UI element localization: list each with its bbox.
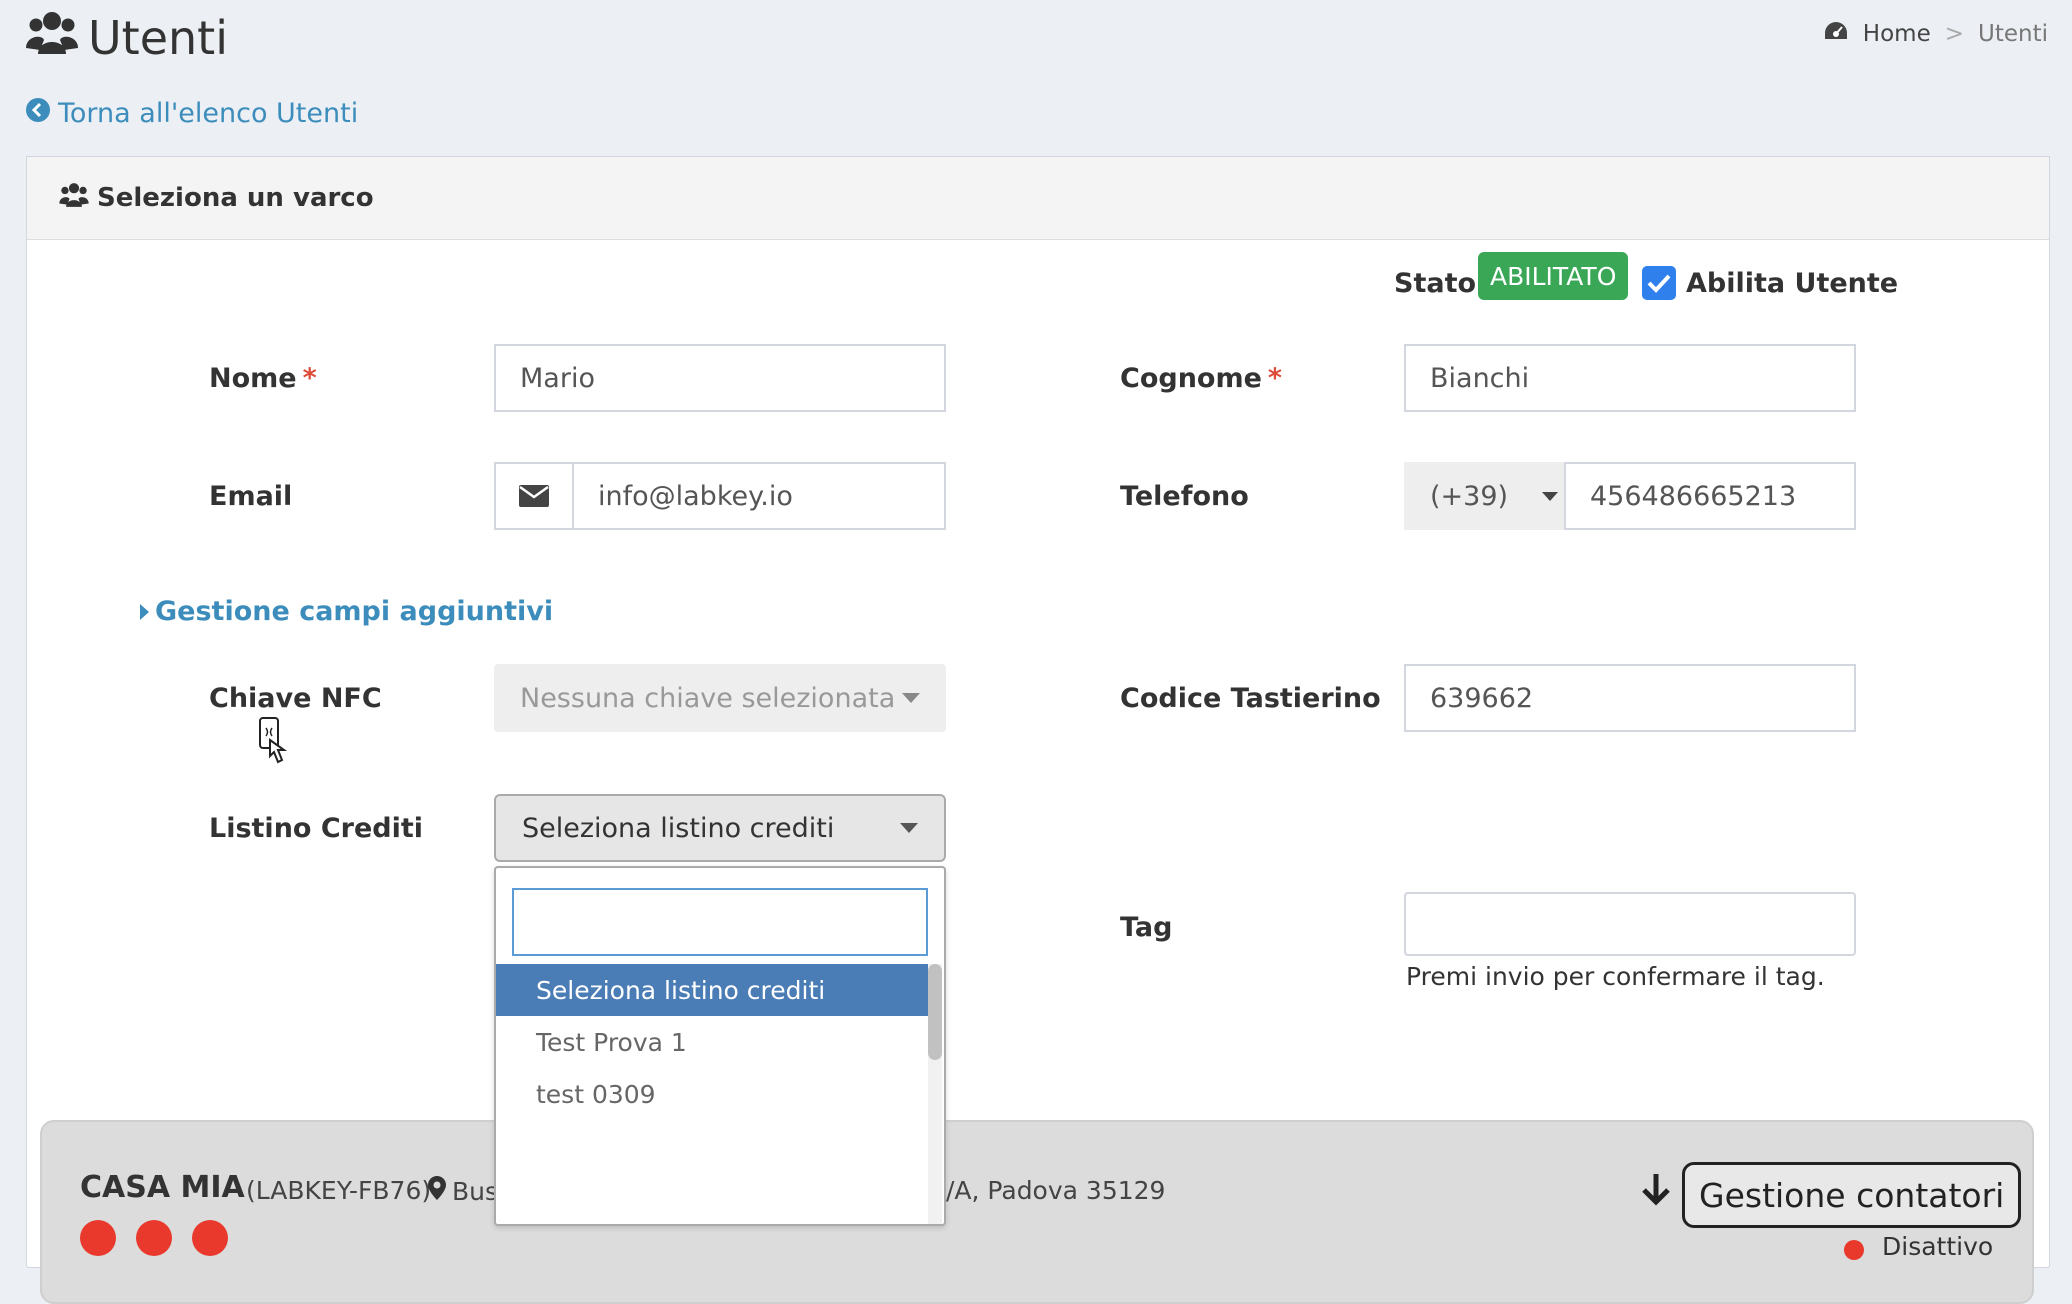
gate-device-id: (LABKEY-FB76) [246,1176,432,1205]
enable-user-checkbox[interactable] [1642,266,1676,300]
breadcrumb-current: Utenti [1978,21,2048,47]
users-icon [26,10,78,67]
dropdown-options: Seleziona listino crediti Test Prova 1 t… [496,964,932,1120]
inactive-status-text: Disattivo [1882,1232,1994,1261]
nome-input[interactable]: Mario [494,344,946,412]
dropdown-search-input[interactable] [512,888,928,956]
nfc-label: Chiave NFC [209,683,382,714]
breadcrumb-home-link[interactable]: Home [1863,21,1931,47]
credits-list-label: Listino Crediti [209,813,424,844]
email-addon [494,462,574,530]
tag-label: Tag [1120,912,1173,943]
gate-address: Bus [428,1176,498,1206]
enable-user-label[interactable]: Abilita Utente [1686,268,1898,299]
gate-name: CASA MIA [80,1170,245,1205]
scrollbar-thumb[interactable] [928,964,942,1060]
caret-right-icon [140,603,149,620]
tag-input[interactable] [1404,892,1856,956]
required-mark: * [1267,363,1283,394]
panel-title: Seleziona un varco [97,183,374,213]
chevron-down-icon [1542,491,1559,501]
arrow-down-icon [1640,1172,1672,1210]
dropdown-option[interactable]: Seleziona listino crediti [496,964,932,1016]
cognome-input[interactable]: Bianchi [1404,344,1856,412]
status-dot [192,1220,228,1256]
check-icon [1647,274,1671,293]
nome-label: Nome * [209,363,317,394]
nfc-key-select[interactable]: Nessuna chiave selezionata [494,664,946,732]
status-dot [80,1220,116,1256]
email-label: Email [209,481,293,512]
dropdown-option[interactable]: Test Prova 1 [496,1016,932,1068]
dropdown-scrollbar[interactable] [928,964,942,1224]
status-dot [136,1220,172,1256]
extra-fields-toggle[interactable]: Gestione campi aggiuntivi [140,596,553,627]
required-mark: * [302,363,317,394]
phone-input[interactable]: 456486665213 [1564,462,1856,530]
tag-help-text: Premi invio per confermare il tag. [1406,962,1825,991]
credits-select-value: Seleziona listino crediti [522,812,835,844]
dashboard-icon [1823,20,1849,48]
credits-dropdown: Seleziona listino crediti Test Prova 1 t… [494,866,946,1226]
extra-fields-label: Gestione campi aggiuntivi [155,596,554,627]
status-label: Stato: [1394,268,1487,299]
telefono-label: Telefono [1120,481,1249,512]
gate-address-end: /A, Padova 35129 [946,1176,1166,1205]
credits-list-select[interactable]: Seleziona listino crediti [494,794,946,862]
page-title: Utenti [26,6,228,70]
back-to-users-link[interactable]: Torna all'elenco Utenti [26,98,358,129]
users-icon [59,182,89,215]
breadcrumb: Home > Utenti [1823,20,2048,48]
keypad-code-input[interactable]: 639662 [1404,664,1856,732]
back-link-label: Torna all'elenco Utenti [58,98,359,129]
manage-counters-button[interactable]: Gestione contatori [1682,1162,2022,1228]
nfc-tap-icon [258,716,292,770]
gate-address-start: Bus [452,1176,499,1206]
map-marker-icon [428,1176,446,1206]
phone-prefix-select[interactable]: (+39) [1404,462,1564,530]
page-title-text: Utenti [88,11,228,65]
email-field[interactable]: info@labkey.io [572,462,946,530]
chevron-left-circle-icon [26,98,50,129]
cognome-label: Cognome * [1120,363,1283,394]
chevron-down-icon [900,823,918,833]
breadcrumb-separator: > [1944,21,1964,47]
envelope-icon [519,485,549,507]
chevron-down-icon [902,693,920,703]
inactive-status-dot [1844,1240,1864,1260]
phone-prefix-value: (+39) [1430,480,1509,512]
status-badge: ABILITATO [1478,252,1629,300]
panel-header: Seleziona un varco [26,156,2050,240]
dropdown-option[interactable]: test 0309 [496,1068,932,1120]
nfc-select-value: Nessuna chiave selezionata [520,682,896,714]
keypad-code-label: Codice Tastierino [1120,683,1381,714]
